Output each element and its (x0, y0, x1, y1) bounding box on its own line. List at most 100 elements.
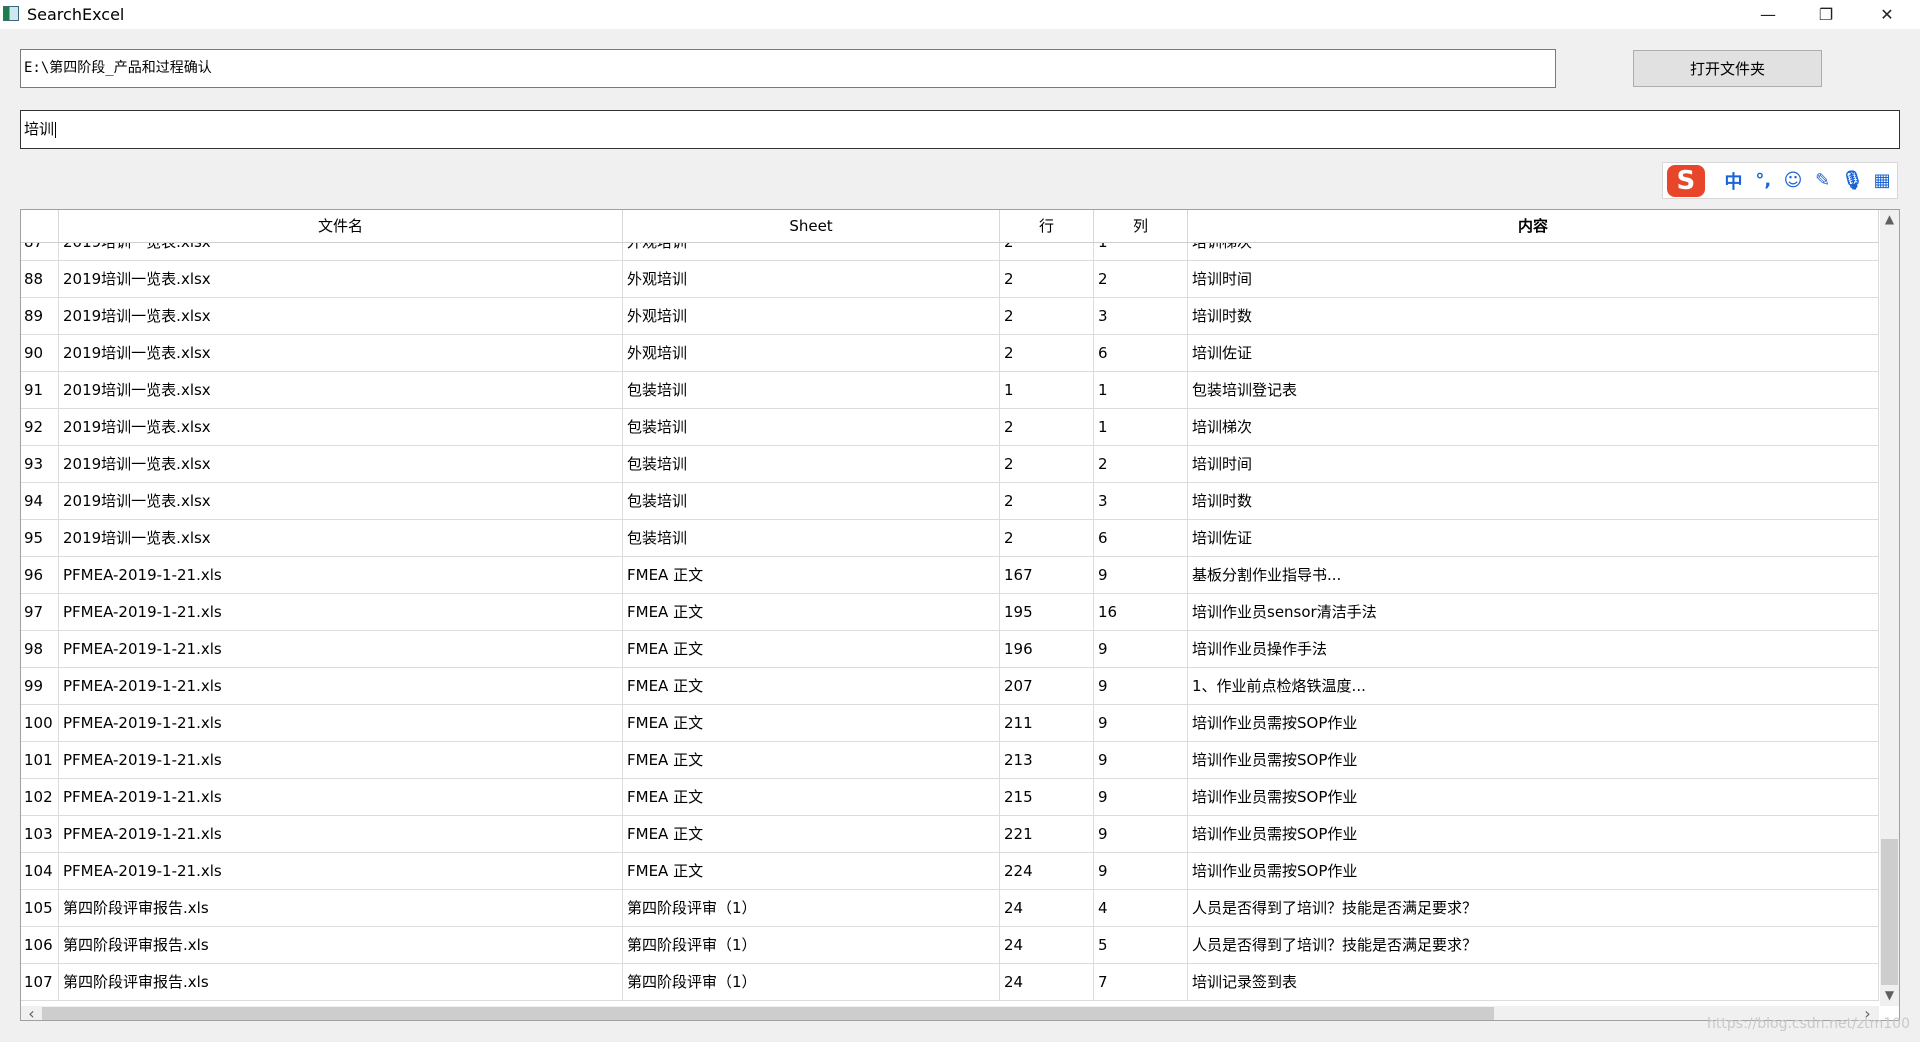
sheet-cell[interactable]: 包装培训 (623, 520, 1000, 556)
filename-cell[interactable]: 2019培训一览表.xlsx (59, 372, 623, 408)
row-cell[interactable]: 221 (1000, 816, 1094, 852)
table-row[interactable]: 103 PFMEA-2019-1-21.xls FMEA 正文 221 9 培训作业员需按… (21, 816, 1879, 853)
handwriting-icon[interactable]: ✎ (1808, 170, 1838, 191)
filename-cell[interactable]: PFMEA-2019-1-21.xls (59, 631, 623, 667)
sheet-cell[interactable]: FMEA 正文 (623, 742, 1000, 778)
ime-toolbar[interactable]: S 中 °, ☺ ✎ 🎙 ▦ (1662, 162, 1898, 199)
row-cell[interactable]: 211 (1000, 705, 1094, 741)
content-cell[interactable]: 人员是否得到了培训？技能是否满足要求？ (1188, 927, 1879, 963)
scroll-up-arrow-icon[interactable]: ▲ (1881, 212, 1898, 226)
filename-cell[interactable]: 2019培训一览表.xlsx (59, 298, 623, 334)
filename-cell[interactable]: 2019培训一览表.xlsx (59, 242, 623, 260)
table-row[interactable]: 100 PFMEA-2019-1-21.xls FMEA 正文 211 9 培训作业员需按… (21, 705, 1879, 742)
row-number-cell[interactable]: 95 (21, 520, 59, 556)
table-row[interactable]: 98 PFMEA-2019-1-21.xls FMEA 正文 196 9 培训作业员操作手… (21, 631, 1879, 668)
row-number-cell[interactable]: 107 (21, 964, 59, 1000)
content-cell[interactable]: 培训佐证 (1188, 520, 1879, 556)
filename-cell[interactable]: PFMEA-2019-1-21.xls (59, 594, 623, 630)
row-number-cell[interactable]: 93 (21, 446, 59, 482)
filename-cell[interactable]: 2019培训一览表.xlsx (59, 446, 623, 482)
row-cell[interactable]: 2 (1000, 242, 1094, 260)
table-row[interactable]: 101 PFMEA-2019-1-21.xls FMEA 正文 213 9 培训作业员需按… (21, 742, 1879, 779)
sheet-cell[interactable]: FMEA 正文 (623, 668, 1000, 704)
content-cell[interactable]: 培训作业员操作手法 (1188, 631, 1879, 667)
col-cell[interactable]: 6 (1094, 335, 1188, 371)
content-cell[interactable]: 培训时间 (1188, 446, 1879, 482)
row-cell[interactable]: 2 (1000, 483, 1094, 519)
row-number-cell[interactable]: 104 (21, 853, 59, 889)
table-row[interactable]: 90 2019培训一览表.xlsx 外观培训 2 6 培训佐证 (21, 335, 1879, 372)
table-row[interactable]: 93 2019培训一览表.xlsx 包装培训 2 2 培训时间 (21, 446, 1879, 483)
col-cell[interactable]: 1 (1094, 372, 1188, 408)
sheet-cell[interactable]: 外观培训 (623, 261, 1000, 297)
col-cell[interactable]: 9 (1094, 668, 1188, 704)
table-row[interactable]: 94 2019培训一览表.xlsx 包装培训 2 3 培训时数 (21, 483, 1879, 520)
table-row[interactable]: 105 第四阶段评审报告.xls 第四阶段评审（1） 24 4 人员是否得到了培训？技能是… (21, 890, 1879, 927)
row-number-cell[interactable]: 92 (21, 409, 59, 445)
content-cell[interactable]: 培训时数 (1188, 298, 1879, 334)
col-cell[interactable]: 9 (1094, 557, 1188, 593)
table-row[interactable]: 92 2019培训一览表.xlsx 包装培训 2 1 培训梯次 (21, 409, 1879, 446)
sheet-cell[interactable]: FMEA 正文 (623, 631, 1000, 667)
search-input[interactable]: 培训 (20, 110, 1900, 149)
row-cell[interactable]: 24 (1000, 927, 1094, 963)
sheet-cell[interactable]: 包装培训 (623, 446, 1000, 482)
filename-cell[interactable]: 第四阶段评审报告.xls (59, 964, 623, 1000)
row-number-cell[interactable]: 98 (21, 631, 59, 667)
filename-cell[interactable]: 第四阶段评审报告.xls (59, 890, 623, 926)
col-cell[interactable]: 9 (1094, 705, 1188, 741)
col-cell[interactable]: 7 (1094, 964, 1188, 1000)
sheet-cell[interactable]: FMEA 正文 (623, 594, 1000, 630)
row-number-cell[interactable]: 99 (21, 668, 59, 704)
row-number-cell[interactable]: 88 (21, 261, 59, 297)
col-cell[interactable]: 9 (1094, 853, 1188, 889)
sheet-cell[interactable]: FMEA 正文 (623, 779, 1000, 815)
filename-cell[interactable]: 2019培训一览表.xlsx (59, 335, 623, 371)
horizontal-scrollbar[interactable]: ‹ › (21, 1004, 1879, 1020)
col-cell[interactable]: 1 (1094, 409, 1188, 445)
table-row[interactable]: 91 2019培训一览表.xlsx 包装培训 1 1 包装培训登记表 (21, 372, 1879, 409)
row-cell[interactable]: 224 (1000, 853, 1094, 889)
row-number-cell[interactable]: 96 (21, 557, 59, 593)
sheet-cell[interactable]: 外观培训 (623, 298, 1000, 334)
col-cell[interactable]: 9 (1094, 631, 1188, 667)
content-cell[interactable]: 基板分割作业指导书... (1188, 557, 1879, 593)
row-cell[interactable]: 215 (1000, 779, 1094, 815)
sheet-cell[interactable]: FMEA 正文 (623, 816, 1000, 852)
content-cell[interactable]: 培训作业员sensor清洁手法 (1188, 594, 1879, 630)
row-number-cell[interactable]: 90 (21, 335, 59, 371)
row-number-cell[interactable]: 105 (21, 890, 59, 926)
row-number-cell[interactable]: 91 (21, 372, 59, 408)
folder-path-input[interactable]: E:\第四阶段_产品和过程确认 (20, 49, 1556, 88)
col-cell[interactable]: 2 (1094, 446, 1188, 482)
sheet-cell[interactable]: 包装培训 (623, 409, 1000, 445)
scroll-down-arrow-icon[interactable]: ▼ (1881, 988, 1898, 1002)
filename-cell[interactable]: 2019培训一览表.xlsx (59, 409, 623, 445)
content-cell[interactable]: 包装培训登记表 (1188, 372, 1879, 408)
sheet-cell[interactable]: FMEA 正文 (623, 557, 1000, 593)
col-cell[interactable]: 3 (1094, 298, 1188, 334)
content-cell[interactable]: 培训时数 (1188, 483, 1879, 519)
minimize-button[interactable]: — (1745, 0, 1791, 29)
row-cell[interactable]: 1 (1000, 372, 1094, 408)
sheet-cell[interactable]: 第四阶段评审（1） (623, 964, 1000, 1000)
row-cell[interactable]: 195 (1000, 594, 1094, 630)
content-cell[interactable]: 培训梯次 (1188, 242, 1879, 260)
col-cell[interactable]: 16 (1094, 594, 1188, 630)
row-cell[interactable]: 24 (1000, 890, 1094, 926)
maximize-button[interactable]: ❐ (1803, 0, 1849, 29)
table-row[interactable]: 95 2019培训一览表.xlsx 包装培训 2 6 培训佐证 (21, 520, 1879, 557)
row-number-cell[interactable]: 100 (21, 705, 59, 741)
row-cell[interactable]: 2 (1000, 409, 1094, 445)
table-row[interactable]: 99 PFMEA-2019-1-21.xls FMEA 正文 207 9 1、作业前点检烙… (21, 668, 1879, 705)
row-cell[interactable]: 213 (1000, 742, 1094, 778)
col-cell[interactable]: 9 (1094, 816, 1188, 852)
content-cell[interactable]: 培训作业员需按SOP作业 (1188, 779, 1879, 815)
sheet-cell[interactable]: 包装培训 (623, 372, 1000, 408)
table-row[interactable]: 97 PFMEA-2019-1-21.xls FMEA 正文 195 16 培训作业员se… (21, 594, 1879, 631)
row-number-cell[interactable]: 102 (21, 779, 59, 815)
col-cell[interactable]: 1 (1094, 242, 1188, 260)
table-row[interactable]: 104 PFMEA-2019-1-21.xls FMEA 正文 224 9 培训作业员需按… (21, 853, 1879, 890)
filename-cell[interactable]: PFMEA-2019-1-21.xls (59, 779, 623, 815)
row-cell[interactable]: 24 (1000, 964, 1094, 1000)
